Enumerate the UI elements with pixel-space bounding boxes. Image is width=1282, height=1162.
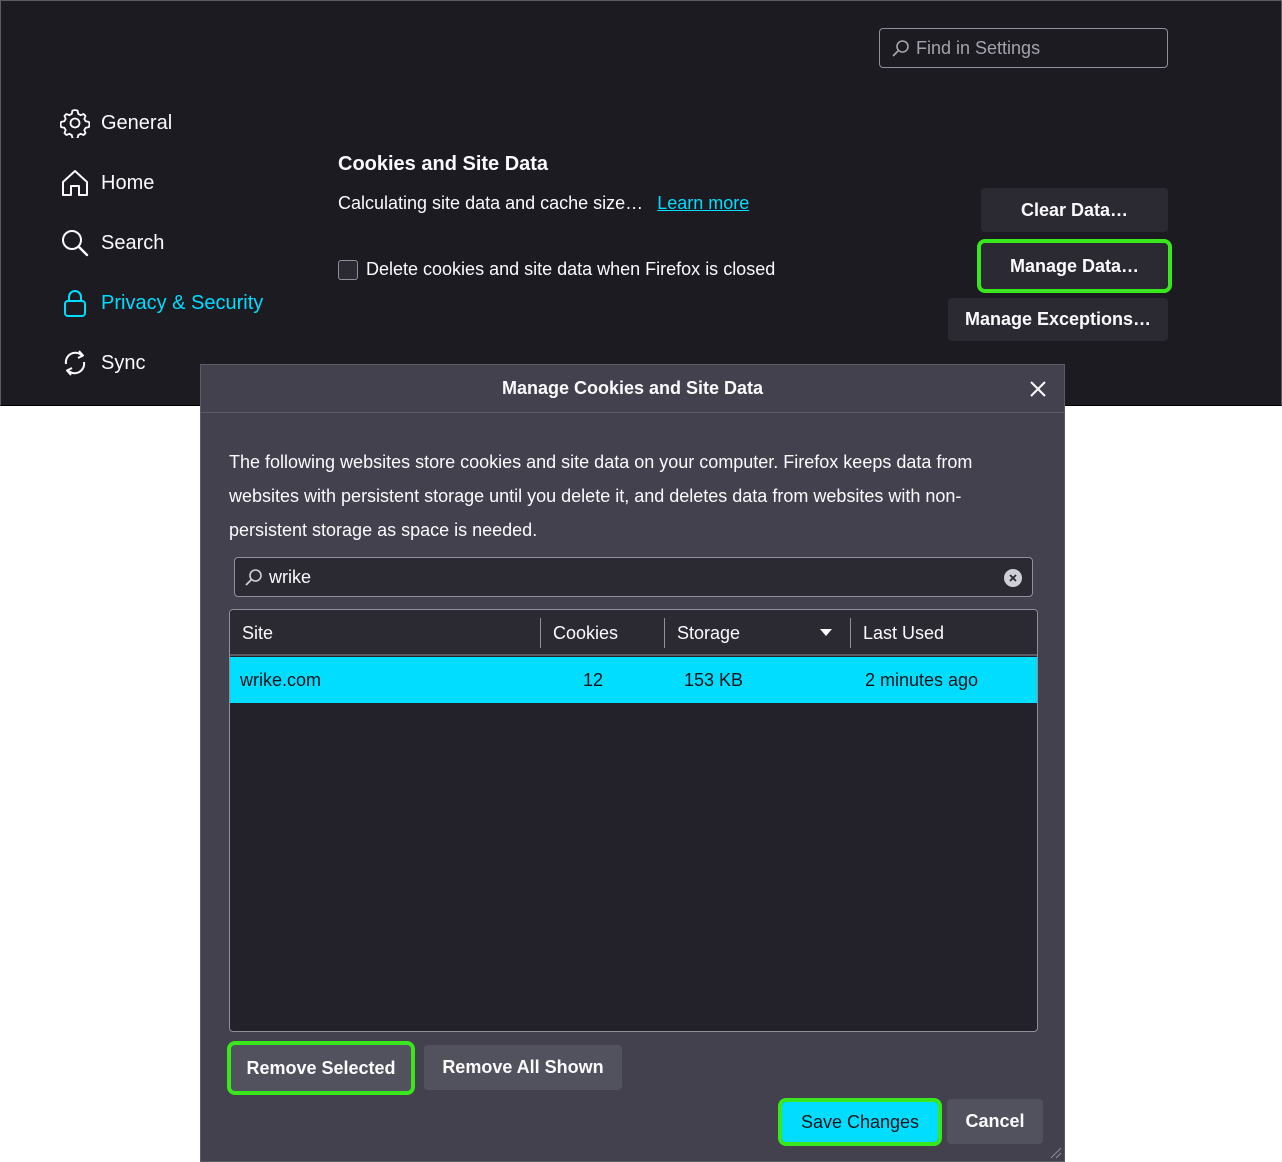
nav-item-sync[interactable]: Sync: [59, 343, 145, 383]
remove-all-shown-button[interactable]: Remove All Shown: [424, 1045, 622, 1090]
table-row[interactable]: wrike.com 12 153 KB 2 minutes ago: [230, 657, 1037, 703]
clear-search-icon[interactable]: [1004, 569, 1022, 587]
column-separator: [540, 618, 541, 648]
nav-label-home: Home: [101, 171, 155, 194]
cancel-button[interactable]: Cancel: [947, 1099, 1043, 1144]
gear-icon: [59, 107, 91, 139]
sites-table[interactable]: Site Cookies Storage Last Used wrike.com…: [229, 609, 1038, 1032]
column-header-storage-label: Storage: [677, 622, 741, 643]
home-icon: [59, 167, 91, 199]
site-search-input[interactable]: [269, 566, 969, 588]
learn-more-link[interactable]: Learn more: [657, 193, 749, 213]
nav-label-search: Search: [101, 231, 165, 254]
nav-item-privacy-security[interactable]: Privacy & Security: [59, 283, 263, 323]
clear-data-button[interactable]: Clear Data…: [981, 188, 1168, 232]
site-data-size-text: Calculating site data and cache size…: [338, 193, 644, 213]
sort-descending-icon: [820, 629, 832, 636]
manage-data-button[interactable]: Manage Data…: [977, 239, 1172, 293]
sync-icon: [59, 347, 91, 379]
table-header: Site Cookies Storage Last Used: [230, 610, 1037, 656]
cell-cookies: 12: [583, 670, 604, 690]
manage-cookies-dialog: Manage Cookies and Site Data The followi…: [200, 364, 1065, 1162]
column-header-site[interactable]: Site: [242, 610, 540, 656]
column-separator: [664, 618, 665, 648]
nav-label-sync: Sync: [101, 351, 146, 374]
close-icon[interactable]: [1026, 377, 1050, 401]
column-header-storage[interactable]: Storage: [677, 610, 832, 656]
delete-cookies-checkbox[interactable]: [338, 259, 358, 280]
find-in-settings-input[interactable]: [916, 37, 1156, 59]
cell-storage: 153 KB: [684, 670, 744, 690]
remove-selected-button[interactable]: Remove Selected: [227, 1041, 415, 1095]
column-header-last-used[interactable]: Last Used: [863, 610, 1033, 656]
nav-item-home[interactable]: Home: [59, 163, 154, 203]
save-changes-button[interactable]: Save Changes: [778, 1098, 942, 1146]
delete-cookies-option[interactable]: Delete cookies and site data when Firefo…: [338, 259, 775, 280]
manage-exceptions-button[interactable]: Manage Exceptions…: [948, 298, 1168, 341]
column-header-cookies[interactable]: Cookies: [553, 610, 663, 656]
nav-label-privacy-security: Privacy & Security: [101, 291, 264, 314]
resize-grip-icon[interactable]: [1048, 1145, 1062, 1159]
section-title: Cookies and Site Data: [338, 153, 549, 175]
search-icon: [245, 569, 262, 586]
search-icon: [59, 227, 91, 259]
cell-site: wrike.com: [240, 670, 322, 690]
nav-item-search[interactable]: Search: [59, 223, 164, 263]
column-separator: [850, 618, 851, 648]
site-search-field[interactable]: [234, 557, 1033, 597]
dialog-description: The following websites store cookies and…: [229, 452, 973, 540]
settings-page: General Home Search Privacy & Security: [0, 0, 1282, 406]
dialog-header: Manage Cookies and Site Data: [201, 365, 1064, 413]
search-icon: [892, 40, 909, 57]
nav-label-general: General: [101, 111, 173, 134]
nav-item-general[interactable]: General: [59, 103, 172, 143]
find-in-settings-field[interactable]: [879, 28, 1168, 68]
delete-cookies-label: Delete cookies and site data when Firefo…: [366, 259, 776, 279]
section-description: Calculating site data and cache size… Lea…: [338, 193, 749, 214]
cell-last-used: 2 minutes ago: [865, 670, 979, 690]
dialog-title: Manage Cookies and Site Data: [501, 378, 764, 398]
lock-icon: [59, 287, 91, 319]
